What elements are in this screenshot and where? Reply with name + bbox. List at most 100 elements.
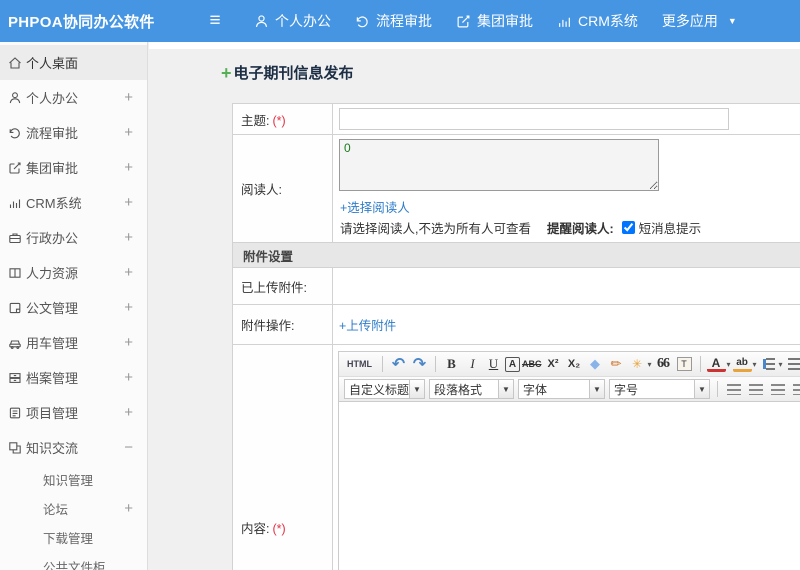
editor-content-area[interactable] — [339, 402, 800, 570]
undo-icon[interactable]: ↶ — [389, 355, 408, 374]
strikethrough-button[interactable]: ABC — [522, 355, 542, 374]
document-icon — [8, 301, 22, 315]
uploaded-attachments-label-cell: 已上传附件: — [232, 267, 333, 305]
combo-caret-icon[interactable]: ▼ — [694, 380, 709, 398]
workflow-icon — [355, 14, 370, 29]
home-icon — [8, 56, 22, 70]
border-text-button[interactable]: A — [505, 356, 520, 372]
toolbar-separator — [382, 356, 383, 372]
expand-toggle[interactable]: + — [124, 159, 133, 176]
approval-icon — [8, 161, 22, 175]
editor-toolbar-row1: HTML ↶ ↷ B I U A ABC X² X₂ ◆ ✏ ✳ ▾ 66 T … — [339, 352, 800, 377]
expand-toggle[interactable]: − — [124, 439, 133, 456]
sidebar-item[interactable]: 项目管理 + — [0, 395, 147, 430]
briefcase-icon — [8, 231, 22, 245]
sms-notify-checkbox[interactable] — [621, 221, 635, 234]
topbar-nav-item[interactable]: 集团审批 — [456, 11, 533, 31]
expand-toggle[interactable]: + — [124, 264, 133, 281]
expand-toggle[interactable]: + — [124, 299, 133, 316]
blockquote-button[interactable]: 66 — [654, 355, 673, 374]
approval-icon — [456, 14, 471, 29]
readers-hint: 请选择阅读人,不选为所有人可查看 — [340, 222, 531, 236]
sidebar-subitem[interactable]: 下载管理 — [0, 523, 147, 552]
topbar-nav-item[interactable]: 更多应用 ▼ — [662, 11, 737, 31]
dropdown-caret-icon[interactable]: ▾ — [648, 360, 652, 369]
paste-icon: T — [676, 357, 692, 371]
editor-combo[interactable]: 字号 ▼ — [609, 379, 710, 399]
dropdown-caret-icon[interactable]: ▾ — [779, 360, 783, 369]
subject-input[interactable] — [339, 108, 729, 130]
topbar-nav-item[interactable]: 个人办公 — [254, 11, 331, 31]
required-mark: (*) — [272, 113, 286, 128]
sidebar-item[interactable]: 用车管理 + — [0, 325, 147, 360]
sidebar-item[interactable]: 档案管理 + — [0, 360, 147, 395]
sidebar-item[interactable]: 知识交流 − — [0, 430, 147, 465]
expand-toggle[interactable]: + — [124, 369, 133, 386]
dropdown-caret-icon[interactable]: ▾ — [753, 360, 757, 369]
remove-format-icon[interactable]: ◆ — [586, 355, 605, 374]
upload-attachment-link[interactable]: +上传附件 — [339, 315, 396, 334]
highlight-color-button[interactable]: ab — [732, 357, 752, 372]
editor-combo[interactable]: 自定义标题 ▼ — [344, 379, 425, 399]
italic-button[interactable]: I — [463, 355, 482, 374]
select-readers-link[interactable]: +选择阅读人 — [340, 197, 410, 216]
hamburger-menu-icon[interactable]: ≡ — [202, 10, 228, 32]
align-center-icon[interactable] — [749, 383, 763, 395]
subject-label-cell: 主题: (*) — [232, 103, 333, 135]
attachments-section-header: 附件设置 — [232, 242, 800, 268]
topbar-shadow-strip — [149, 42, 800, 49]
user-icon — [254, 14, 269, 29]
topbar-nav: 个人办公 流程审批 集团审批 CRM系统 更多应用 ▼ — [254, 11, 737, 31]
expand-toggle[interactable]: + — [124, 124, 133, 141]
sidebar-item[interactable]: 人力资源 + — [0, 255, 147, 290]
ordered-list-button[interactable] — [759, 355, 778, 374]
sidebar-item[interactable]: 公文管理 + — [0, 290, 147, 325]
editor-toolbar-row2: 自定义标题 ▼ 段落格式 ▼ 字体 ▼ 字号 ▼ — [339, 377, 800, 402]
content-label-cell: 内容: (*) — [232, 344, 333, 570]
sidebar-item[interactable]: 行政办公 + — [0, 220, 147, 255]
expand-toggle[interactable]: + — [124, 500, 133, 517]
chart-icon — [8, 196, 22, 210]
editor-combo[interactable]: 字体 ▼ — [518, 379, 605, 399]
subscript-button[interactable]: X₂ — [565, 355, 584, 374]
font-color-button[interactable]: A — [706, 356, 726, 372]
archive-icon — [8, 371, 22, 385]
paste-plain-button[interactable]: T — [675, 355, 694, 374]
expand-toggle[interactable]: + — [124, 194, 133, 211]
sidebar-item[interactable]: 集团审批 + — [0, 150, 147, 185]
expand-toggle[interactable]: + — [124, 89, 133, 106]
format-painter-icon[interactable]: ✏ — [607, 355, 626, 374]
sidebar: 个人桌面 个人办公 + 流程审批 + 集团审批 + CRM系统 + 行政办公 +… — [0, 42, 148, 570]
combo-caret-icon[interactable]: ▼ — [409, 380, 424, 398]
sidebar-item[interactable]: 流程审批 + — [0, 115, 147, 150]
expand-toggle[interactable]: + — [124, 404, 133, 421]
underline-button[interactable]: U — [484, 355, 503, 374]
align-right-icon[interactable] — [771, 383, 785, 395]
editor-combo[interactable]: 段落格式 ▼ — [429, 379, 514, 399]
combo-caret-icon[interactable]: ▼ — [589, 380, 604, 398]
attachment-ops-label-cell: 附件操作: — [232, 304, 333, 345]
source-code-button[interactable]: HTML — [343, 355, 376, 374]
sidebar-subitem[interactable]: 公共文件柜 — [0, 552, 147, 570]
readers-textarea[interactable]: 0 — [339, 139, 659, 191]
sidebar-subitem[interactable]: 论坛 + — [0, 494, 147, 523]
dropdown-caret-icon[interactable]: ▾ — [727, 360, 731, 369]
unordered-list-button[interactable] — [785, 355, 800, 374]
bold-button[interactable]: B — [442, 355, 461, 374]
sidebar-subitem[interactable]: 知识管理 — [0, 465, 147, 494]
align-left-icon[interactable] — [727, 383, 741, 395]
sidebar-item[interactable]: 个人桌面 — [0, 45, 147, 80]
chart-icon — [557, 14, 572, 29]
sidebar-item[interactable]: CRM系统 + — [0, 185, 147, 220]
expand-toggle[interactable]: + — [124, 334, 133, 351]
toolbar-separator — [717, 381, 718, 397]
redo-icon[interactable]: ↷ — [410, 355, 429, 374]
sidebar-item[interactable]: 个人办公 + — [0, 80, 147, 115]
align-justify-icon[interactable] — [793, 383, 800, 395]
combo-caret-icon[interactable]: ▼ — [498, 380, 513, 398]
superscript-button[interactable]: X² — [544, 355, 563, 374]
expand-toggle[interactable]: + — [124, 229, 133, 246]
topbar-nav-item[interactable]: 流程审批 — [355, 11, 432, 31]
auto-typeset-icon[interactable]: ✳ — [628, 355, 647, 374]
topbar-nav-item[interactable]: CRM系统 — [557, 11, 638, 31]
